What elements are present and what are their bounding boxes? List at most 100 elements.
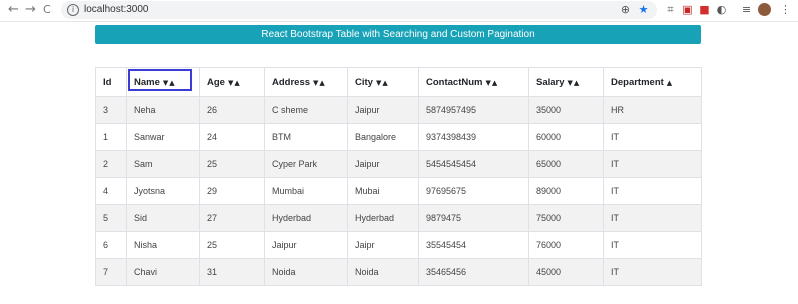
sort-asc-icon[interactable]: ▲ bbox=[234, 79, 239, 87]
table-cell: 7 bbox=[95, 258, 127, 286]
column-header-salary[interactable]: Salary ▼▲ bbox=[528, 67, 604, 97]
table-row: 3 Neha 26 C sheme Jaipur 5874957495 35000 HR bbox=[95, 96, 702, 124]
column-label: Department bbox=[611, 76, 664, 88]
table-cell: Hyderbad bbox=[264, 204, 348, 232]
column-header-contactnum[interactable]: ContactNum ▼▲ bbox=[418, 67, 529, 97]
table-cell: 27 bbox=[199, 204, 265, 232]
table-row: 5 Sid 27 Hyderbad Hyderbad 9879475 75000 IT bbox=[95, 204, 702, 232]
table-cell: 25 bbox=[199, 150, 265, 178]
sort-desc-icon[interactable]: ▼ bbox=[568, 79, 573, 87]
table-cell: Jaipr bbox=[347, 231, 419, 259]
table-cell: IT bbox=[603, 177, 702, 205]
sort-asc-icon[interactable]: ▲ bbox=[667, 79, 672, 87]
table-cell: IT bbox=[603, 150, 702, 178]
sort-desc-icon[interactable]: ▼ bbox=[228, 79, 233, 87]
column-header-department[interactable]: Department ▲ bbox=[603, 67, 702, 97]
table-cell: IT bbox=[603, 231, 702, 259]
table-cell: 65000 bbox=[528, 150, 604, 178]
table-cell: Jaipur bbox=[347, 96, 419, 124]
star-icon[interactable]: ★ bbox=[637, 3, 650, 16]
pocket-extension-icon[interactable]: ▣ bbox=[681, 3, 694, 16]
table-cell: 89000 bbox=[528, 177, 604, 205]
avatar[interactable] bbox=[758, 3, 771, 16]
table-row: 1 Sanwar 24 BTM Bangalore 9374398439 60000 IT bbox=[95, 123, 702, 151]
reload-icon[interactable]: C bbox=[43, 3, 51, 17]
table-cell: Noida bbox=[264, 258, 348, 286]
table-cell: 4 bbox=[95, 177, 127, 205]
column-label: Salary bbox=[536, 76, 565, 88]
sort-asc-icon[interactable]: ▲ bbox=[319, 79, 324, 87]
column-label: Name bbox=[134, 76, 160, 88]
table-cell: 9374398439 bbox=[418, 123, 529, 151]
table-cell: 5 bbox=[95, 204, 127, 232]
column-label: ContactNum bbox=[426, 76, 483, 88]
table-cell: Mubai bbox=[347, 177, 419, 205]
browser-toolbar: ← → C i localhost:3000 ⊕ ★ ⌗ ▣ ■ ◐ ≡ ⋮ bbox=[0, 0, 798, 22]
table-cell: 60000 bbox=[528, 123, 604, 151]
table-cell: Cyper Park bbox=[264, 150, 348, 178]
table-cell: Jyotsna bbox=[126, 177, 200, 205]
sort-asc-icon[interactable]: ▲ bbox=[382, 79, 387, 87]
table-cell: 35465456 bbox=[418, 258, 529, 286]
back-arrow-icon[interactable]: ← bbox=[8, 3, 19, 17]
table-header-row: Id Name ▼▲ Age ▼▲ Address ▼▲ City ▼▲ ContactNum ▼▲… bbox=[95, 67, 702, 97]
table-cell: Noida bbox=[347, 258, 419, 286]
table-cell: 5454545454 bbox=[418, 150, 529, 178]
table-cell: Neha bbox=[126, 96, 200, 124]
table-row: 6 Nisha 25 Jaipur Jaipr 35545454 76000 IT bbox=[95, 231, 702, 259]
table-cell: IT bbox=[603, 123, 702, 151]
table-cell: HR bbox=[603, 96, 702, 124]
forward-arrow-icon[interactable]: → bbox=[25, 3, 36, 17]
table-cell: 1 bbox=[95, 123, 127, 151]
sort-asc-icon[interactable]: ▲ bbox=[169, 79, 174, 87]
table-cell: Hyderbad bbox=[347, 204, 419, 232]
column-header-address[interactable]: Address ▼▲ bbox=[264, 67, 348, 97]
table-cell: Bangalore bbox=[347, 123, 419, 151]
menu-icon[interactable]: ⋮ bbox=[779, 3, 792, 16]
table-cell: Nisha bbox=[126, 231, 200, 259]
zoom-icon[interactable]: ⊕ bbox=[619, 3, 632, 16]
table-title-bar: React Bootstrap Table with Searching and… bbox=[95, 25, 701, 44]
sort-desc-icon[interactable]: ▼ bbox=[485, 79, 490, 87]
column-header-age[interactable]: Age ▼▲ bbox=[199, 67, 265, 97]
info-icon[interactable]: i bbox=[67, 4, 79, 16]
column-header-name[interactable]: Name ▼▲ bbox=[126, 67, 200, 97]
table-cell: Sanwar bbox=[126, 123, 200, 151]
dark-mode-extension-icon[interactable]: ◐ bbox=[715, 3, 728, 16]
table-cell: IT bbox=[603, 258, 702, 286]
table-cell: 26 bbox=[199, 96, 265, 124]
table-cell: 9879475 bbox=[418, 204, 529, 232]
table-cell: Sid bbox=[126, 204, 200, 232]
sort-desc-icon[interactable]: ▼ bbox=[313, 79, 318, 87]
table-body: 3 Neha 26 C sheme Jaipur 5874957495 35000 HR 1 Sa… bbox=[95, 96, 702, 286]
table-cell: 3 bbox=[95, 96, 127, 124]
table-row: 7 Chavi 31 Noida Noida 35465456 45000 IT bbox=[95, 258, 702, 286]
table-cell: Jaipur bbox=[264, 231, 348, 259]
column-label: Id bbox=[103, 76, 112, 88]
table-cell: 76000 bbox=[528, 231, 604, 259]
table-cell: 5874957495 bbox=[418, 96, 529, 124]
table-cell: 35545454 bbox=[418, 231, 529, 259]
table-cell: 25 bbox=[199, 231, 265, 259]
table-cell: Mumbai bbox=[264, 177, 348, 205]
table-row: 4 Jyotsna 29 Mumbai Mubai 97695675 89000 IT bbox=[95, 177, 702, 205]
table-cell: 2 bbox=[95, 150, 127, 178]
column-label: Address bbox=[272, 76, 311, 88]
url-text: localhost:3000 bbox=[84, 4, 149, 15]
screenshot-extension-icon[interactable]: ⌗ bbox=[664, 3, 677, 16]
address-bar[interactable]: i localhost:3000 ⊕ ★ bbox=[61, 1, 657, 19]
sort-desc-icon[interactable]: ▼ bbox=[163, 79, 168, 87]
column-header-city[interactable]: City ▼▲ bbox=[347, 67, 419, 97]
table-cell: 45000 bbox=[528, 258, 604, 286]
reading-list-icon[interactable]: ≡ bbox=[740, 3, 753, 16]
pdf-extension-icon[interactable]: ■ bbox=[698, 3, 711, 16]
column-header-id[interactable]: Id bbox=[95, 67, 127, 97]
column-label: Age bbox=[207, 76, 225, 88]
table-cell: Sam bbox=[126, 150, 200, 178]
sort-asc-icon[interactable]: ▲ bbox=[492, 79, 497, 87]
table-cell: 75000 bbox=[528, 204, 604, 232]
table-row: 2 Sam 25 Cyper Park Jaipur 5454545454 65000 IT bbox=[95, 150, 702, 178]
sort-asc-icon[interactable]: ▲ bbox=[574, 79, 579, 87]
table-cell: 6 bbox=[95, 231, 127, 259]
sort-desc-icon[interactable]: ▼ bbox=[376, 79, 381, 87]
